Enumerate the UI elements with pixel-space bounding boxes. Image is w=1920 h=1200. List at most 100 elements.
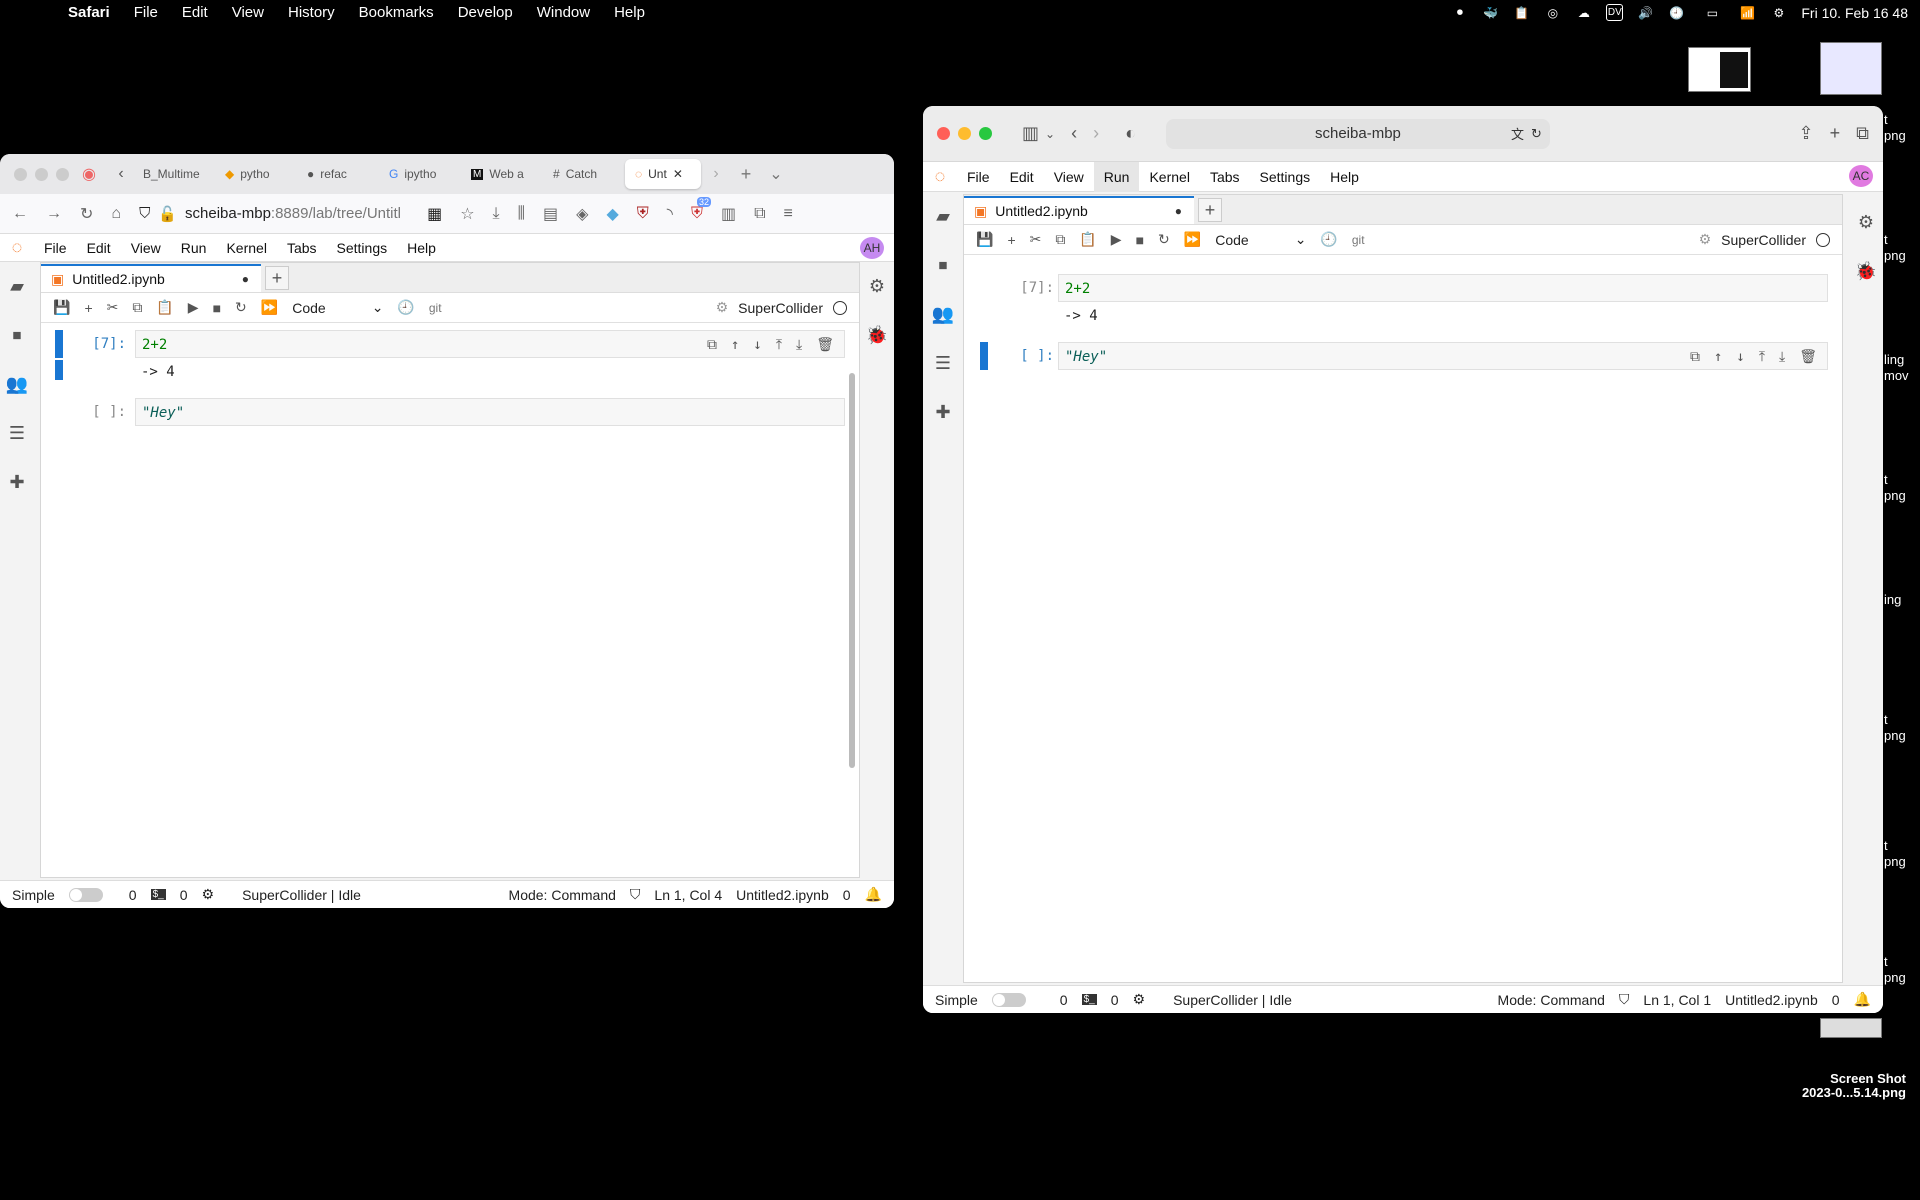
cell-type-select[interactable]: Code ⌄: [1215, 231, 1306, 248]
kernel-indicator[interactable]: ⚙ SuperCollider: [716, 299, 847, 316]
wifi-icon[interactable]: 📶: [1739, 4, 1756, 21]
menu-edit[interactable]: Edit: [170, 4, 220, 21]
trusted-icon[interactable]: ⛉: [630, 886, 641, 903]
paste-icon[interactable]: 📋: [156, 299, 173, 316]
jp-menu-help[interactable]: Help: [397, 240, 446, 256]
forward-icon[interactable]: ›: [1093, 123, 1099, 144]
collaborators-icon[interactable]: 👥: [932, 304, 954, 325]
kernels-count[interactable]: 0: [1111, 992, 1119, 1008]
code-cell[interactable]: [ ]: "Hey": [41, 395, 859, 429]
back-icon[interactable]: ←: [12, 205, 28, 223]
kernel-indicator[interactable]: ⚙ SuperCollider: [1699, 231, 1830, 248]
user-avatar[interactable]: AC: [1849, 165, 1873, 187]
browser-tab[interactable]: B_Multime: [133, 159, 215, 189]
git-button[interactable]: git: [429, 301, 442, 315]
menu-file[interactable]: File: [122, 4, 170, 21]
extension-icon[interactable]: ▥: [721, 204, 736, 224]
insert-above-icon[interactable]: ⤒: [776, 337, 782, 353]
insert-cell-icon[interactable]: +: [1007, 232, 1015, 248]
jp-menu-edit[interactable]: Edit: [1000, 169, 1044, 185]
desktop-file-label[interactable]: Screen Shot 2023-0...5.14.png: [1760, 1072, 1906, 1100]
unsaved-dot-icon[interactable]: ●: [1175, 204, 1182, 218]
zoom-window-button[interactable]: [979, 127, 992, 140]
firefox-view-icon[interactable]: ◉: [69, 164, 109, 184]
unsaved-dot-icon[interactable]: ●: [242, 272, 249, 286]
downloads-icon[interactable]: ⤓: [493, 205, 500, 223]
simple-mode-toggle[interactable]: [68, 887, 103, 902]
insert-below-icon[interactable]: ⤓: [1779, 349, 1785, 365]
menu-app-safari[interactable]: Safari: [56, 4, 122, 21]
bell-icon[interactable]: 🔔: [1854, 991, 1871, 1008]
kernels-count[interactable]: 0: [180, 887, 188, 903]
new-launcher-icon[interactable]: +: [265, 266, 289, 290]
kernel-status[interactable]: SuperCollider | Idle: [242, 887, 361, 903]
code-cell[interactable]: [7]: 2+2 ⧉ ↑ ↓ ⤒ ⤓ 🗑: [41, 327, 859, 361]
delete-cell-icon[interactable]: 🗑: [816, 337, 834, 353]
menu-history[interactable]: History: [276, 4, 347, 21]
collaborators-icon[interactable]: 👥: [6, 374, 28, 395]
jp-menu-run[interactable]: Run: [171, 240, 217, 256]
code-cell[interactable]: [ ]: "Hey" ⧉ ↑ ↓ ⤒ ⤓ 🗑: [964, 339, 1842, 373]
translate-icon[interactable]: 文: [1511, 124, 1524, 143]
browser-tab[interactable]: ◆ pytho: [215, 159, 297, 189]
extensions-icon[interactable]: ✚: [935, 402, 950, 423]
minimize-window-button[interactable]: [958, 127, 971, 140]
share-icon[interactable]: ⇪: [1799, 123, 1814, 144]
desktop-thumbnail-2[interactable]: [1820, 42, 1882, 95]
browser-tab[interactable]: M Web a: [461, 159, 543, 189]
privacy-shield-icon[interactable]: ◐: [1125, 123, 1136, 144]
extension-icon[interactable]: ◈: [576, 204, 588, 224]
volume-icon[interactable]: 🔊: [1637, 4, 1654, 21]
terminals-count[interactable]: 0: [1060, 992, 1068, 1008]
run-icon[interactable]: ▶: [1111, 231, 1122, 248]
tab-scroll-left-icon[interactable]: ‹: [109, 165, 133, 183]
reload-icon[interactable]: ↻: [1531, 126, 1542, 142]
record-icon[interactable]: ⏺: [1451, 4, 1468, 21]
insert-cell-icon[interactable]: +: [84, 300, 92, 316]
jp-menu-kernel[interactable]: Kernel: [1139, 169, 1199, 185]
fast-forward-icon[interactable]: ⏩: [261, 299, 278, 316]
copy-icon[interactable]: ⧉: [1055, 231, 1065, 248]
toc-icon[interactable]: ☰: [935, 353, 951, 374]
menu-develop[interactable]: Develop: [446, 4, 525, 21]
user-avatar[interactable]: AH: [860, 237, 884, 259]
insert-below-icon[interactable]: ⤓: [796, 337, 802, 353]
cell-input[interactable]: "Hey" ⧉ ↑ ↓ ⤒ ⤓ 🗑: [1058, 342, 1828, 370]
bell-icon[interactable]: 🔔: [865, 886, 882, 903]
browser-tab[interactable]: Gipytho: [379, 159, 461, 189]
move-up-icon[interactable]: ↑: [1714, 349, 1722, 365]
history-icon[interactable]: 🕘: [397, 299, 414, 316]
browser-tab[interactable]: # Catch: [543, 159, 625, 189]
move-up-icon[interactable]: ↑: [731, 337, 739, 353]
jp-menu-tabs[interactable]: Tabs: [277, 240, 327, 256]
kernel-status[interactable]: SuperCollider | Idle: [1173, 992, 1292, 1008]
cut-icon[interactable]: ✂: [1030, 231, 1042, 248]
jp-menu-file[interactable]: File: [957, 169, 1000, 185]
browser-tab[interactable]: ● refac: [297, 159, 379, 189]
delete-cell-icon[interactable]: 🗑: [1799, 349, 1817, 365]
jp-menu-view[interactable]: View: [1044, 169, 1094, 185]
move-down-icon[interactable]: ↓: [753, 337, 761, 353]
run-icon[interactable]: ▶: [188, 299, 199, 316]
cursor-position[interactable]: Ln 1, Col 4: [654, 887, 722, 903]
home-icon[interactable]: ⌂: [111, 205, 121, 223]
new-tab-icon[interactable]: +: [731, 164, 761, 185]
rss-icon[interactable]: ◝: [667, 204, 673, 224]
cell-input[interactable]: 2+2: [1058, 274, 1828, 302]
battery-icon[interactable]: ▭: [1699, 4, 1725, 21]
new-launcher-icon[interactable]: +: [1198, 198, 1222, 222]
folder-icon[interactable]: ▰: [936, 206, 950, 227]
save-icon[interactable]: 💾: [53, 299, 70, 316]
circle-icon[interactable]: ◎: [1544, 4, 1561, 21]
puzzle-icon[interactable]: ⧉: [754, 205, 765, 223]
copy-icon[interactable]: ⧉: [132, 299, 142, 316]
jp-menu-file[interactable]: File: [34, 240, 77, 256]
sidebar-toggle-icon[interactable]: ▥: [1022, 123, 1039, 144]
reader-icon[interactable]: ▤: [543, 204, 558, 224]
terminals-count[interactable]: 0: [129, 887, 137, 903]
menubar-clock[interactable]: Fri 10. Feb 16 48: [1801, 5, 1908, 21]
git-button[interactable]: git: [1352, 233, 1365, 247]
jp-menu-run[interactable]: Run: [1093, 161, 1140, 192]
menu-bookmarks[interactable]: Bookmarks: [347, 4, 446, 21]
tab-overview-icon[interactable]: ⧉: [1856, 123, 1869, 144]
